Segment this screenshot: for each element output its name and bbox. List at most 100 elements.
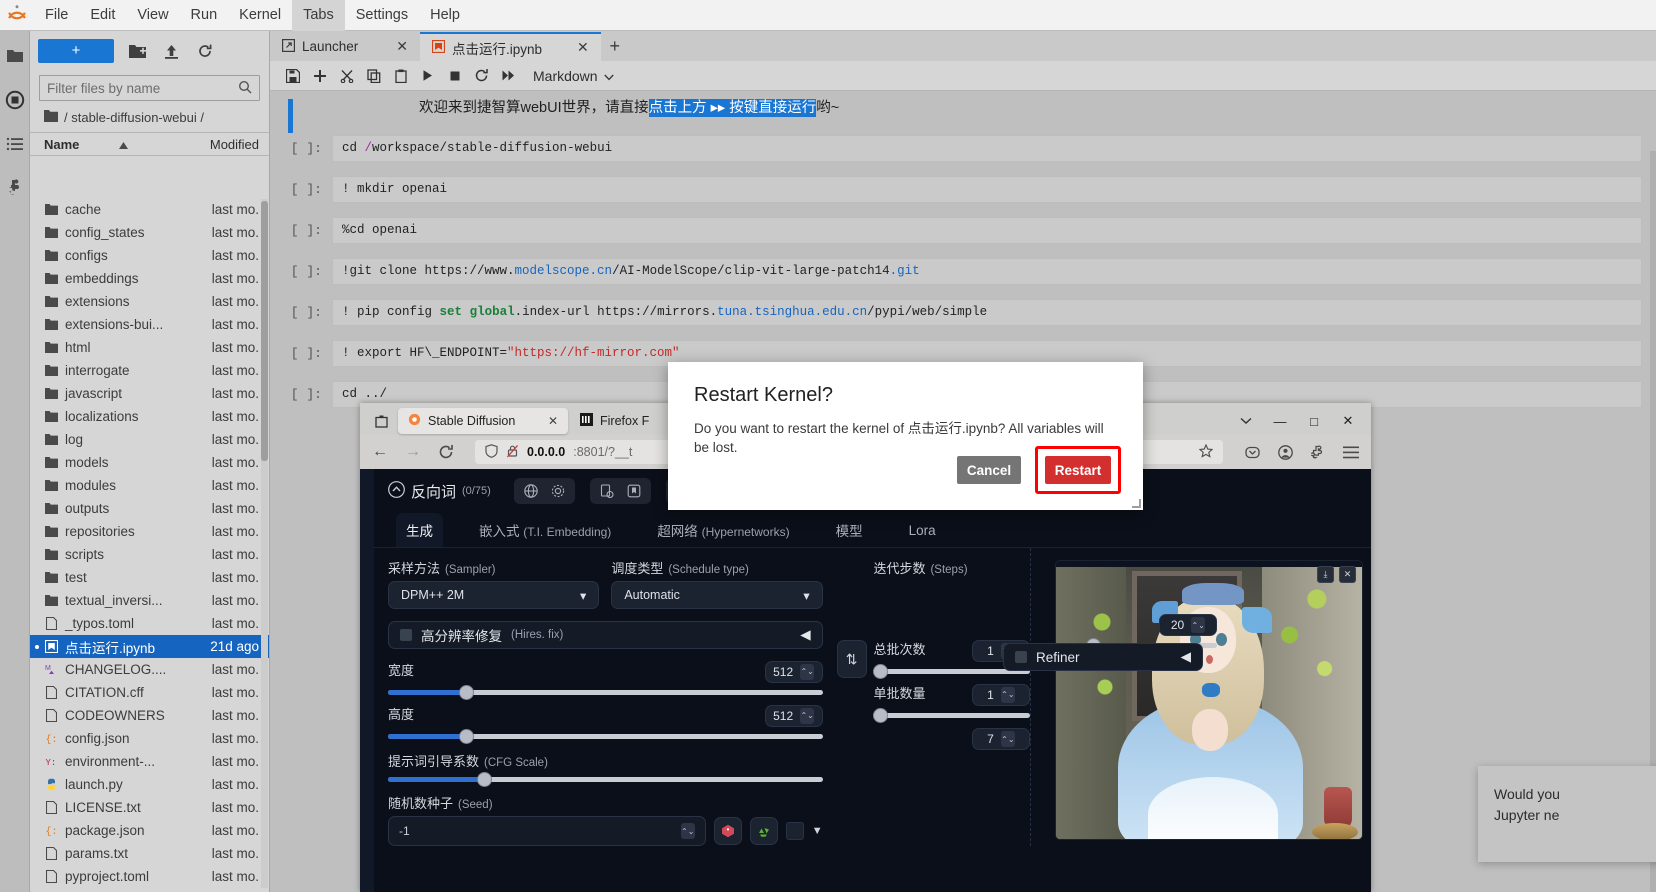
file-list-item[interactable]: models last mo. [30,451,269,474]
file-list-item[interactable]: outputs last mo. [30,497,269,520]
code-cell[interactable]: [ ]: ! mkdir openai [270,176,1656,203]
random-seed-dice-icon[interactable] [713,817,742,845]
menu-file[interactable]: File [34,0,79,31]
file-list-item[interactable]: CODEOWNERS last mo. [30,704,269,727]
cfg-scale-number[interactable]: 7 ⌃⌄ [972,728,1030,750]
file-list-item[interactable]: LICENSE.txt last mo. [30,796,269,819]
save-icon[interactable] [280,63,305,88]
width-number[interactable]: 512 ⌃⌄ [764,660,823,683]
file-list-item[interactable]: extensions-bui... last mo. [30,313,269,336]
file-list-item[interactable]: pyproject.toml last mo. [30,865,269,888]
restart-kernel-icon[interactable] [469,63,494,88]
restart-button[interactable]: Restart [1045,456,1111,484]
file-list-item[interactable]: interrogate last mo. [30,359,269,382]
file-list-item[interactable]: repositories last mo. [30,520,269,543]
new-folder-icon[interactable] [126,40,148,62]
account-icon[interactable] [1275,442,1295,462]
generated-image[interactable] [1056,567,1362,839]
schedule-select[interactable]: Automatic ▾ [611,581,823,609]
file-list-item[interactable]: _typos.toml last mo. [30,612,269,635]
file-list-item[interactable]: launch.py last mo. [30,773,269,796]
code-editor[interactable]: ! mkdir openai [332,176,1642,203]
file-list-item[interactable]: test last mo. [30,566,269,589]
file-list-scrollbar-thumb[interactable] [261,201,268,461]
swap-width-height-button[interactable]: ⇅ [836,640,867,678]
stepper-icon[interactable]: ⌃⌄ [800,663,815,680]
recycle-seed-icon[interactable] [749,817,778,845]
file-list-item[interactable]: extensions last mo. [30,290,269,313]
tab-launcher[interactable]: Launcher ✕ [270,32,420,61]
maximize-window-button[interactable]: □ [1297,408,1331,434]
file-list-item[interactable]: {:} package.json last mo. [30,819,269,842]
file-list-item[interactable]: html last mo. [30,336,269,359]
browser-tab-firefox[interactable]: Firefox F [570,408,659,434]
gear-icon[interactable] [546,481,570,501]
webui-tab[interactable]: 生成 [396,513,443,547]
seed-input[interactable]: -1 ⌃⌄ [388,816,706,846]
browser-tab-stable-diffusion[interactable]: Stable Diffusion ✕ [398,408,568,434]
running-kernels-icon[interactable] [4,89,26,111]
expand-caret-icon[interactable]: ◀ [1181,649,1191,665]
menu-edit[interactable]: Edit [79,0,126,31]
upload-files-icon[interactable] [160,40,182,62]
menu-help[interactable]: Help [419,0,471,31]
styles-bookmark-icon[interactable] [622,481,646,501]
file-list-item[interactable]: cache last mo. [30,198,269,221]
menu-run[interactable]: Run [180,0,229,31]
code-editor[interactable]: %cd openai [332,217,1642,244]
cut-cell-icon[interactable] [334,63,359,88]
webui-tab[interactable]: 模型 [826,513,873,547]
stepper-icon[interactable]: ⌃⌄ [800,707,815,724]
hamburger-menu-icon[interactable] [1341,442,1361,462]
markdown-cell[interactable]: 欢迎来到捷智算webUI世界，请直接点击上方 ▸▸ 按键直接运行哟~ [270,91,1656,135]
file-list-item[interactable]: Y: environment-... last mo. [30,750,269,773]
table-of-contents-icon[interactable] [4,133,26,155]
insert-cell-icon[interactable] [307,63,332,88]
stepper-icon[interactable]: ⌃⌄ [1191,617,1206,633]
extensions-icon[interactable] [1308,442,1328,462]
refresh-file-list-icon[interactable] [194,40,216,62]
clear-image-icon[interactable]: ✕ [1339,566,1356,583]
reload-icon[interactable] [436,442,456,462]
insecure-lock-icon[interactable] [506,444,519,461]
expand-caret-icon[interactable]: ◀ [800,627,810,643]
globe-icon[interactable] [519,481,543,501]
tab-overflow-chevron-icon[interactable] [1229,408,1263,434]
menu-tabs[interactable]: Tabs [292,0,345,31]
close-tab-icon[interactable]: ✕ [368,38,408,55]
webui-tab[interactable]: Lora [899,516,946,545]
notification-toast[interactable]: Would you Jupyter ne [1478,766,1656,862]
close-window-button[interactable]: ✕ [1331,408,1365,434]
restart-and-run-all-icon[interactable] [496,63,521,88]
steps-number[interactable]: 20 ⌃⌄ [1159,614,1217,636]
negative-prompt-title[interactable]: 反向词 (0/75) [388,480,491,502]
refiner-toggle[interactable]: Refiner ◀ [1003,643,1203,671]
file-list-item[interactable]: textual_inversi... last mo. [30,589,269,612]
forward-icon[interactable]: → [403,442,423,462]
sampler-select[interactable]: DPM++ 2M ▾ [388,581,600,609]
menu-view[interactable]: View [126,0,179,31]
copy-cell-icon[interactable] [361,63,386,88]
cell-type-select[interactable]: Markdown [533,68,614,84]
menu-settings[interactable]: Settings [345,0,419,31]
file-filter-box[interactable] [39,75,260,101]
batch-size-number[interactable]: 1 ⌃⌄ [972,683,1030,706]
file-list-item[interactable]: M CHANGELOG.... last mo. [30,658,269,681]
new-launcher-button[interactable]: + [38,39,114,63]
file-list-item[interactable]: modules last mo. [30,474,269,497]
stepper-icon[interactable]: ⌃⌄ [680,823,695,839]
cancel-button[interactable]: Cancel [957,456,1021,484]
column-header-name[interactable]: Name [44,137,79,152]
webui-tab[interactable]: 嵌入式 (T.I. Embedding) [469,513,621,547]
breadcrumb[interactable]: / stable-diffusion-webui / [30,101,269,132]
dialog-resize-handle[interactable] [1132,499,1141,508]
code-cell[interactable]: [ ]: cd /workspace/stable-diffusion-webui [270,135,1656,162]
width-slider[interactable] [388,685,823,700]
file-list-item-selected[interactable]: 点击运行.ipynb 21d ago [30,635,269,658]
download-image-icon[interactable]: ⤓ [1317,566,1334,583]
file-list-item[interactable]: CITATION.cff last mo. [30,681,269,704]
file-list-item[interactable]: configs last mo. [30,244,269,267]
height-number[interactable]: 512 ⌃⌄ [764,704,823,727]
file-list-item[interactable]: scripts last mo. [30,543,269,566]
restore-progress-icon[interactable] [595,481,619,501]
